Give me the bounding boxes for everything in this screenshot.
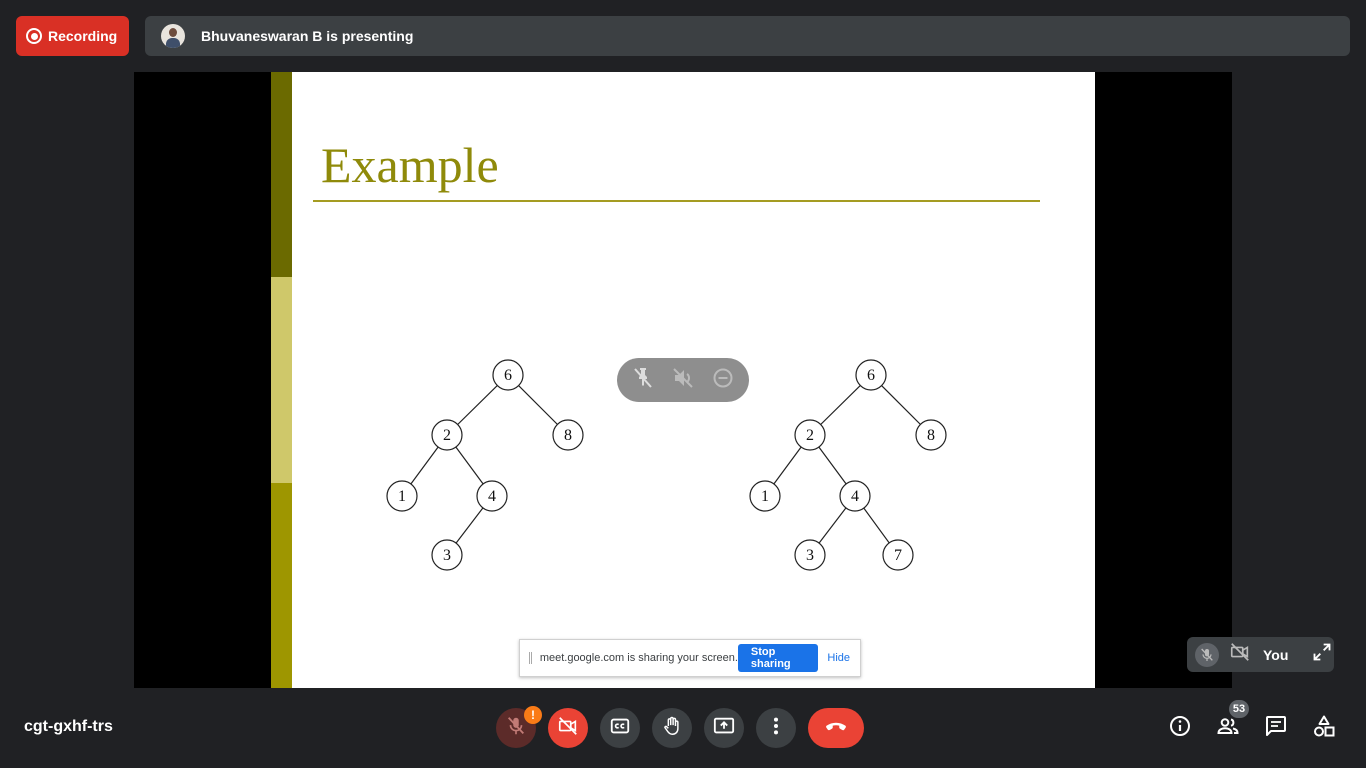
drag-handle-icon[interactable] (529, 652, 532, 664)
tree-node-label: 4 (851, 488, 859, 505)
expand-icon[interactable] (1312, 642, 1332, 667)
mic-off-icon (505, 715, 527, 742)
tree-node-label: 6 (867, 367, 875, 384)
camera-off-icon (557, 715, 579, 742)
participants-button[interactable] (1216, 716, 1240, 740)
tree-node-label: 3 (443, 547, 451, 564)
presenter-bar[interactable]: Bhuvaneswaran B is presenting (145, 16, 1350, 56)
record-icon (26, 28, 42, 44)
raise-hand-button[interactable] (652, 708, 692, 748)
self-view-tile[interactable]: You (1187, 637, 1334, 672)
tree-node-label: 2 (806, 427, 814, 444)
mic-off-icon (1195, 642, 1219, 667)
camera-off-icon (1229, 641, 1251, 668)
tree-node-label: 8 (927, 427, 935, 444)
tree-node-label: 8 (564, 427, 572, 444)
tree-node-label: 1 (761, 488, 769, 505)
end-call-icon (823, 713, 849, 744)
hide-notice-button[interactable]: Hide (827, 652, 850, 664)
self-name: You (1263, 646, 1289, 663)
more-options-button[interactable] (756, 708, 796, 748)
tree-node-label: 1 (398, 488, 406, 505)
presenter-avatar (161, 24, 185, 48)
present-now-button[interactable] (704, 708, 744, 748)
presenter-text: Bhuvaneswaran B is presenting (201, 28, 414, 44)
camera-button[interactable] (548, 708, 588, 748)
participants-count-badge: 53 (1229, 700, 1249, 718)
tree-node-label: 7 (894, 547, 902, 564)
recording-label: Recording (48, 28, 118, 44)
raise-hand-icon (661, 715, 683, 742)
activities-button[interactable] (1312, 714, 1336, 743)
remove-icon[interactable] (711, 366, 735, 395)
floating-participant-controls (617, 358, 749, 402)
captions-icon (609, 715, 631, 742)
unpin-icon[interactable] (631, 366, 655, 395)
mic-alert-badge: ! (524, 706, 542, 724)
tree-node-label: 6 (504, 367, 512, 384)
chat-button[interactable] (1264, 714, 1288, 743)
chat-icon (1264, 714, 1288, 743)
tree-node-label: 4 (488, 488, 496, 505)
recording-badge[interactable]: Recording (16, 16, 129, 56)
tree-node-label: 3 (806, 547, 814, 564)
captions-button[interactable] (600, 708, 640, 748)
tree-node-label: 2 (443, 427, 451, 444)
more-options-icon (765, 715, 787, 742)
stop-sharing-button[interactable]: Stop sharing (737, 644, 819, 672)
microphone-button[interactable]: ! (496, 706, 542, 748)
info-icon (1168, 714, 1192, 743)
leave-call-button[interactable] (808, 708, 864, 748)
share-notice-text: meet.google.com is sharing your screen. (539, 652, 738, 664)
present-icon (713, 715, 735, 742)
screen-share-notice: meet.google.com is sharing your screen. … (519, 639, 861, 677)
mute-audio-icon[interactable] (671, 366, 695, 395)
activities-icon (1312, 714, 1336, 743)
meeting-details-button[interactable] (1168, 714, 1192, 743)
meeting-code: cgt-gxhf-trs (24, 718, 113, 735)
